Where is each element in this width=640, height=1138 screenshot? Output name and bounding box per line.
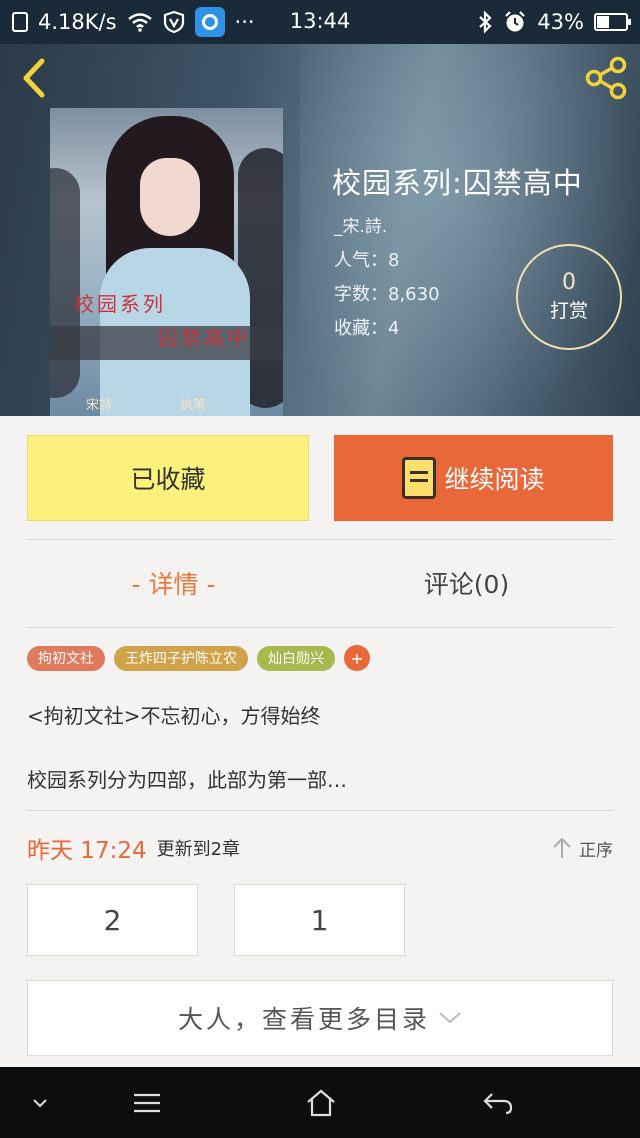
divider xyxy=(27,539,613,540)
network-speed: 4.18K/s xyxy=(38,10,117,34)
book-title: 校园系列:囚禁高中 xyxy=(332,166,583,200)
cover-title-line2: 囚禁高中 xyxy=(158,326,250,350)
status-bar: 4.18K/s ··· 13:44 43% xyxy=(0,0,640,44)
menu-icon xyxy=(134,1093,160,1113)
chevron-down-icon xyxy=(33,1099,47,1108)
battery-icon xyxy=(594,13,631,31)
book-icon xyxy=(402,457,437,499)
back-nav-button[interactable] xyxy=(480,1085,516,1121)
tip-label: 打赏 xyxy=(549,299,588,322)
menu-button[interactable] xyxy=(129,1085,165,1121)
more-notifications: ··· xyxy=(234,10,255,34)
tab-comments[interactable]: 评论(0) xyxy=(320,548,613,618)
share-icon xyxy=(585,56,627,100)
sort-order-button[interactable]: 正序 xyxy=(551,836,613,861)
back-arrow-icon xyxy=(483,1093,513,1115)
cover-author: 宋詩 xyxy=(86,398,113,413)
battery-percent: 43% xyxy=(537,10,584,34)
tab-detail[interactable]: - 详情 - xyxy=(27,548,320,618)
divider xyxy=(27,810,613,811)
sim-card-icon xyxy=(12,12,28,32)
continue-reading-button[interactable]: 继续阅读 xyxy=(334,435,613,521)
share-button[interactable] xyxy=(582,56,630,100)
update-text: 更新到2章 xyxy=(156,839,241,860)
app-notification-icon xyxy=(194,7,225,37)
sort-order-label: 正序 xyxy=(579,840,613,861)
description-line: <拘初文社>不忘初心，方得始终 xyxy=(27,704,321,728)
system-nav-bar xyxy=(0,1067,640,1138)
cover-title-line1: 校园系列 xyxy=(74,292,166,316)
hide-nav-button[interactable] xyxy=(22,1085,58,1121)
more-catalog-label: 大人，查看更多目录 xyxy=(177,1005,430,1034)
arrow-up-icon xyxy=(553,837,571,858)
home-button[interactable] xyxy=(303,1085,339,1121)
tag-list: 拘初文社 王炸四子护陈立农 灿白勋兴 + xyxy=(27,645,370,671)
chevron-down-icon xyxy=(439,1012,461,1024)
chapter-button[interactable]: 1 xyxy=(234,884,405,956)
cover-pen-label: 执笔 xyxy=(180,398,207,413)
favorites-stat: 收藏：4 xyxy=(334,318,400,339)
update-time: 昨天 17:24 xyxy=(27,838,147,864)
word-count-stat: 字数：8,630 xyxy=(334,284,440,305)
chapter-button[interactable]: 2 xyxy=(27,884,198,956)
home-icon xyxy=(307,1089,335,1117)
tag-item[interactable]: 拘初文社 xyxy=(27,645,105,671)
add-tag-button[interactable]: + xyxy=(344,645,370,671)
more-catalog-button[interactable]: 大人，查看更多目录 xyxy=(27,980,613,1056)
tip-count: 0 xyxy=(562,270,576,296)
divider xyxy=(27,627,613,628)
popularity-stat: 人气：8 xyxy=(334,250,400,271)
vpn-shield-icon xyxy=(163,10,184,34)
alarm-icon xyxy=(505,11,526,32)
book-cover[interactable]: 校园系列 囚禁高中 宋詩 执笔 xyxy=(50,108,283,416)
book-detail-page: 4.18K/s ··· 13:44 43% 校园系列 囚禁高中 宋詩 执笔 校园… xyxy=(0,0,640,1138)
description-line[interactable]: 校园系列分为四部，此部为第一部… xyxy=(27,764,347,793)
tip-button[interactable]: 0 打赏 xyxy=(516,244,622,350)
bluetooth-icon xyxy=(479,10,492,34)
book-header: 校园系列 囚禁高中 宋詩 执笔 校园系列:囚禁高中 _宋.詩. 人气：8 字数：… xyxy=(0,44,640,416)
book-author[interactable]: _宋.詩. xyxy=(334,212,387,237)
collected-button[interactable]: 已收藏 xyxy=(27,435,309,521)
chevron-left-icon xyxy=(23,58,45,98)
back-button[interactable] xyxy=(14,56,54,100)
wifi-icon xyxy=(127,13,152,32)
update-info: 昨天 17:24 更新到2章 正序 xyxy=(27,826,613,870)
tag-item[interactable]: 灿白勋兴 xyxy=(257,645,335,671)
tag-item[interactable]: 王炸四子护陈立农 xyxy=(114,645,248,671)
continue-reading-label: 继续阅读 xyxy=(444,465,545,494)
